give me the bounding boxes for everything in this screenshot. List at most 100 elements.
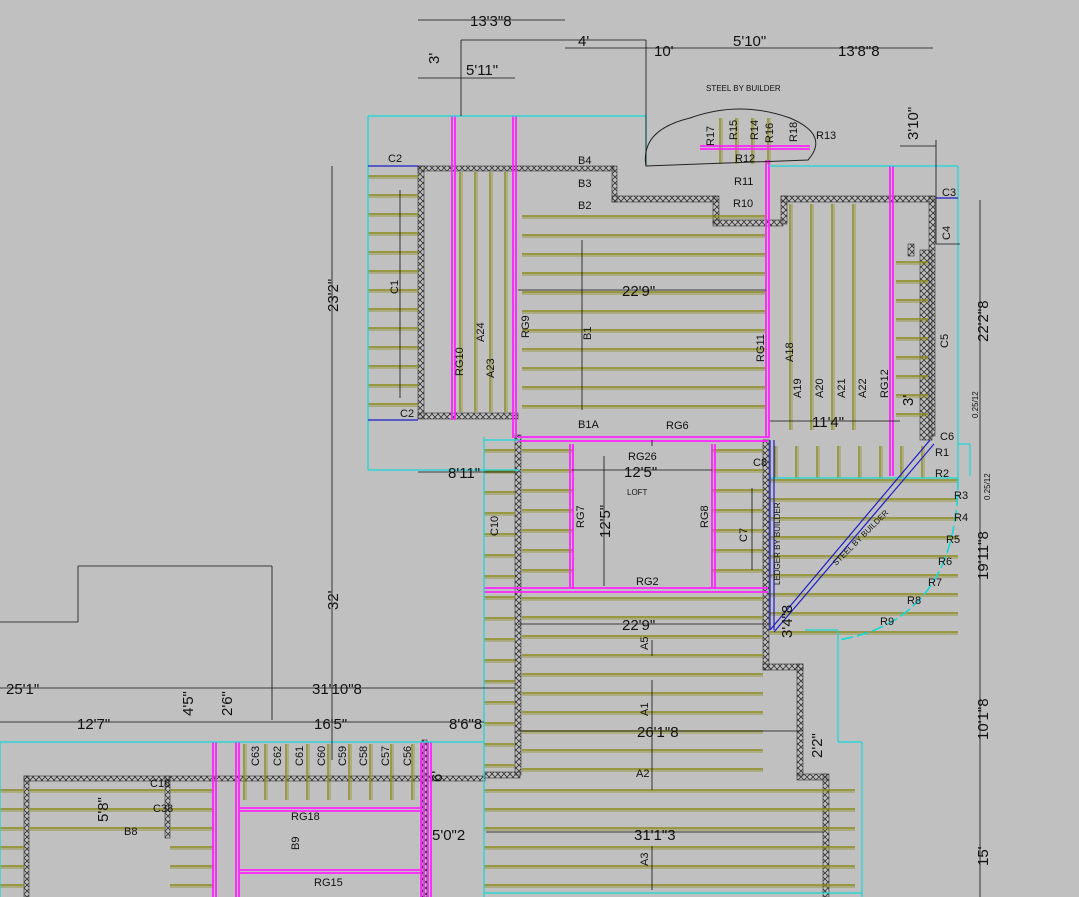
label-c6: C6 <box>940 431 954 443</box>
label-r18: R18 <box>788 122 800 142</box>
label-c61: C61 <box>294 746 306 766</box>
dim-13-8-8: 13'8"8 <box>838 43 880 60</box>
label-r2: R2 <box>935 468 949 480</box>
dim-3b: 3' <box>900 395 917 406</box>
label-c59: C59 <box>337 746 349 766</box>
label-a3: A3 <box>639 853 651 866</box>
label-a20: A20 <box>814 378 826 398</box>
dim-6: 6' <box>429 771 446 782</box>
label-b9: B9 <box>290 837 302 850</box>
dim-11-4: 11'4" <box>812 414 844 431</box>
label-r16: R16 <box>764 123 776 143</box>
dim-19-11-8: 19'11"8 <box>975 531 992 580</box>
label-c63: C63 <box>250 746 262 766</box>
dim-10-1-8: 10'1"8 <box>975 698 992 740</box>
label-a23: A23 <box>485 358 497 378</box>
framing-plan-drawing: 13'3"8 4' 10' 5'10" 13'8"8 3' 5'11" 3'10… <box>0 13 992 897</box>
label-a1: A1 <box>639 703 651 716</box>
label-b4: B4 <box>578 155 591 167</box>
label-r3: R3 <box>954 490 968 502</box>
note-ledger: LEDGER BY BUILDER <box>773 502 782 585</box>
label-r1: R1 <box>935 447 949 459</box>
label-rg6: RG6 <box>666 420 689 432</box>
label-rg15: RG15 <box>314 877 343 889</box>
label-c60: C60 <box>316 746 328 766</box>
dim-25-1: 25'1" <box>6 681 39 698</box>
dim-12-5-h: 12'5" <box>624 464 657 481</box>
dim-5-0-2: 5'0"2 <box>432 827 465 844</box>
dim-4-5: 4'5" <box>180 691 197 716</box>
label-r7: R7 <box>928 577 942 589</box>
label-a5: A5 <box>639 637 651 650</box>
dim-8-11: 8'11" <box>448 465 480 482</box>
label-r13: R13 <box>816 130 836 142</box>
label-c7: C7 <box>738 528 750 542</box>
label-a21: A21 <box>836 378 848 398</box>
label-c2a: C2 <box>388 153 402 165</box>
label-c56: C56 <box>402 746 414 766</box>
label-rg12: RG12 <box>879 369 891 398</box>
label-r10: R10 <box>733 198 753 210</box>
dim-22-9-top: 22'9" <box>622 283 655 300</box>
dim-10: 10' <box>654 43 674 60</box>
label-c10: C10 <box>489 516 501 536</box>
label-c1: C1 <box>389 280 401 294</box>
dim-5-10: 5'10" <box>733 33 766 50</box>
slope-1: 0.25/12 <box>971 391 980 418</box>
note-steel-top: STEEL BY BUILDER <box>706 84 781 93</box>
label-r5: R5 <box>946 534 960 546</box>
dim-8-6-8: 8'6"8 <box>449 716 482 733</box>
label-r6: R6 <box>938 556 952 568</box>
slope-2: 0.25/12 <box>983 473 992 500</box>
label-rg11: RG11 <box>755 334 767 362</box>
label-rg26: RG26 <box>628 451 657 463</box>
label-r9: R9 <box>880 616 894 628</box>
label-r4: R4 <box>954 512 968 524</box>
label-a18: A18 <box>784 342 796 362</box>
dim-31-10-8: 31'10"8 <box>312 681 362 698</box>
label-rg7: RG7 <box>575 505 587 528</box>
dim-22-9-mid: 22'9" <box>622 617 655 634</box>
dim-3-4-8: 3'4"8 <box>779 605 796 638</box>
dim-4: 4' <box>578 33 589 50</box>
dim-2-6: 2'6" <box>219 691 236 716</box>
dim-31-1-3: 31'1"3 <box>634 827 676 844</box>
joist-lines <box>0 118 958 888</box>
dim-22-2-8: 22'2"8 <box>975 300 992 342</box>
label-a2: A2 <box>636 768 649 780</box>
label-rg9: RG9 <box>520 315 532 338</box>
label-c8: C8 <box>753 457 767 469</box>
label-c2b: C2 <box>400 408 414 420</box>
dim-5-11: 5'11" <box>466 62 498 79</box>
label-a19: A19 <box>792 378 804 398</box>
dim-13-3-8: 13'3"8 <box>470 13 512 30</box>
note-loft: LOFT <box>627 488 648 497</box>
label-c58: C58 <box>358 746 370 766</box>
label-b8: B8 <box>124 826 137 838</box>
label-r8: R8 <box>907 595 921 607</box>
label-a22: A22 <box>857 378 869 398</box>
label-r17: R17 <box>705 126 717 146</box>
dim-23-2: 23'2" <box>325 279 342 312</box>
label-c38: C38 <box>153 803 173 815</box>
label-rg10: RG10 <box>454 347 466 376</box>
label-r11: R11 <box>734 176 753 188</box>
label-b1: B1 <box>582 327 594 340</box>
dim-3-10: 3'10" <box>905 107 922 140</box>
label-rg8: RG8 <box>699 505 711 528</box>
label-c57: C57 <box>380 746 392 766</box>
label-b2: B2 <box>578 200 591 212</box>
dim-16-5: 16'5" <box>314 716 347 733</box>
label-rg2: RG2 <box>636 576 659 588</box>
dim-26-1-8: 26'1"8 <box>637 724 679 741</box>
beam-line <box>769 439 931 631</box>
dim-3: 3' <box>426 53 443 64</box>
label-r15: R15 <box>728 120 740 140</box>
label-c5: C5 <box>939 334 951 348</box>
label-a24: A24 <box>475 322 487 342</box>
label-b1a: B1A <box>578 419 599 431</box>
label-c62: C62 <box>272 746 284 766</box>
label-b3: B3 <box>578 178 591 190</box>
label-r14: R14 <box>749 120 761 140</box>
note-steel-diag: STEEL BY BUILDER <box>831 508 890 567</box>
